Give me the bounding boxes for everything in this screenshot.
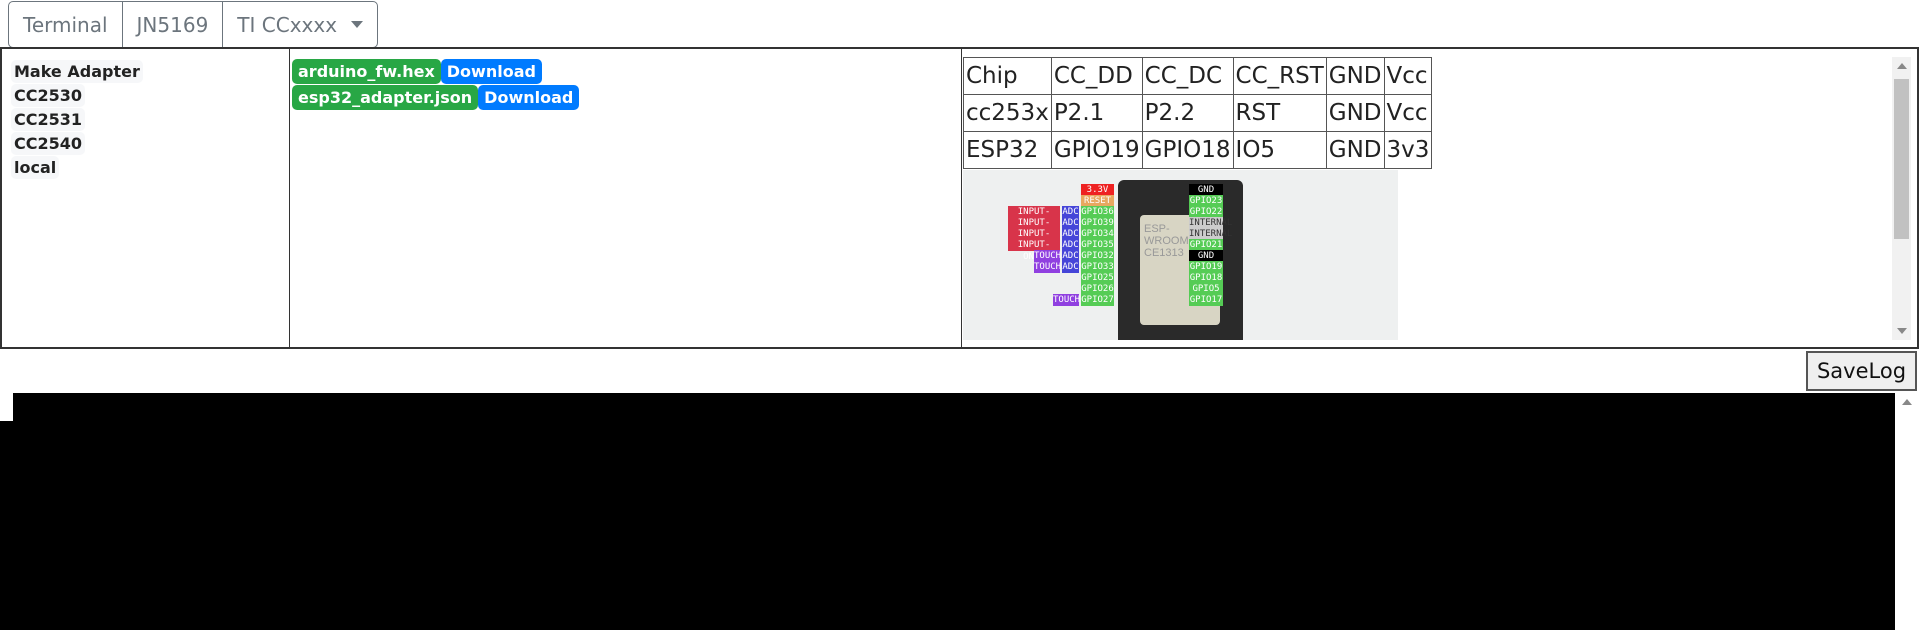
terminal-output-area[interactable] bbox=[0, 421, 1895, 630]
table-cell: CC_DC bbox=[1141, 57, 1234, 95]
tab-jn5169[interactable]: JN5169 bbox=[123, 2, 224, 47]
files-cell: arduino_fw.hex Download esp32_adapter.json… bbox=[290, 49, 962, 347]
file-name-badge: esp32_adapter.json bbox=[292, 85, 479, 110]
tab-ti-ccxxxx[interactable]: TI CCxxxx bbox=[223, 2, 377, 47]
esp32-board: ESP-WROOM-32 CE1313 bbox=[1118, 180, 1243, 340]
scrollbar[interactable] bbox=[1892, 57, 1911, 340]
scrollbar-thumb[interactable] bbox=[1894, 79, 1909, 239]
pin-label: GPIO27 bbox=[1081, 294, 1114, 306]
table-cell: IO5 bbox=[1232, 131, 1327, 169]
table-cell: Vcc bbox=[1383, 94, 1433, 132]
download-button[interactable]: Download bbox=[440, 59, 542, 84]
table-cell: GND bbox=[1325, 57, 1385, 95]
pin-table: Chip CC_DD CC_DC CC_RST GND Vcc cc253x P2.1 P2.2… bbox=[963, 57, 1433, 169]
table-cell: CC_RST bbox=[1232, 57, 1327, 95]
nav-tabs: Terminal JN5169 TI CCxxxx bbox=[8, 1, 379, 48]
scroll-up-icon[interactable] bbox=[1902, 399, 1912, 405]
file-row: esp32_adapter.json Download bbox=[292, 85, 961, 110]
savelog-button[interactable]: SaveLog bbox=[1806, 351, 1917, 391]
device-list: Make Adapter CC2530 CC2531 CC2540 local bbox=[2, 49, 289, 179]
table-cell: ESP32 bbox=[963, 131, 1052, 169]
table-cell: GPIO19 bbox=[1050, 131, 1143, 169]
device-item[interactable]: CC2531 bbox=[11, 108, 86, 131]
device-item[interactable]: Make Adapter bbox=[11, 60, 143, 83]
table-cell: GND bbox=[1325, 94, 1385, 132]
caret-down-icon bbox=[351, 21, 364, 28]
esp32-pinout-image: ESP-WROOM-32 CE1313 3.3V RESET GPIO36 ADC IN… bbox=[963, 170, 1398, 340]
tab-terminal[interactable]: Terminal bbox=[9, 2, 123, 47]
scroll-up-icon[interactable] bbox=[1897, 63, 1907, 69]
table-cell: P2.1 bbox=[1050, 94, 1143, 132]
device-item[interactable]: CC2540 bbox=[11, 132, 86, 155]
device-list-cell: Make Adapter CC2530 CC2531 CC2540 local bbox=[2, 49, 290, 347]
scroll-down-icon[interactable] bbox=[1897, 328, 1907, 334]
table-cell: Chip bbox=[963, 57, 1052, 95]
pin-label: ADC bbox=[1062, 261, 1079, 273]
file-row: arduino_fw.hex Download bbox=[292, 59, 961, 84]
table-cell: GND bbox=[1325, 131, 1385, 169]
device-item[interactable]: local bbox=[11, 156, 60, 179]
file-list: arduino_fw.hex Download esp32_adapter.json… bbox=[290, 49, 961, 110]
device-item[interactable]: CC2530 bbox=[11, 84, 86, 107]
main-panel: Make Adapter CC2530 CC2531 CC2540 local ardu… bbox=[0, 47, 1919, 349]
pin-label: TOUCH bbox=[1053, 294, 1081, 306]
table-cell: Vcc bbox=[1383, 57, 1433, 95]
table-cell: 3v3 bbox=[1383, 131, 1433, 169]
table-cell: GPIO18 bbox=[1141, 131, 1234, 169]
download-button[interactable]: Download bbox=[478, 85, 580, 110]
tab-label: TI CCxxxx bbox=[237, 12, 338, 37]
file-name-badge: arduino_fw.hex bbox=[292, 59, 441, 84]
table-row: Chip CC_DD CC_DC CC_RST GND Vcc bbox=[963, 57, 1433, 95]
pin-label: TOUCH bbox=[1034, 261, 1062, 273]
table-cell: P2.2 bbox=[1141, 94, 1234, 132]
table-cell: cc253x bbox=[963, 94, 1052, 132]
table-row: ESP32 GPIO19 GPIO18 IO5 GND 3v3 bbox=[963, 131, 1433, 169]
table-cell: CC_DD bbox=[1050, 57, 1143, 95]
pin-label: GPIO17 bbox=[1189, 294, 1223, 306]
info-cell: Chip CC_DD CC_DC CC_RST GND Vcc cc253x P2.1 P2.2… bbox=[962, 49, 1917, 347]
table-cell: RST bbox=[1232, 94, 1327, 132]
table-row: cc253x P2.1 P2.2 RST GND Vcc bbox=[963, 94, 1433, 132]
terminal-scrollbar[interactable] bbox=[1897, 393, 1919, 630]
